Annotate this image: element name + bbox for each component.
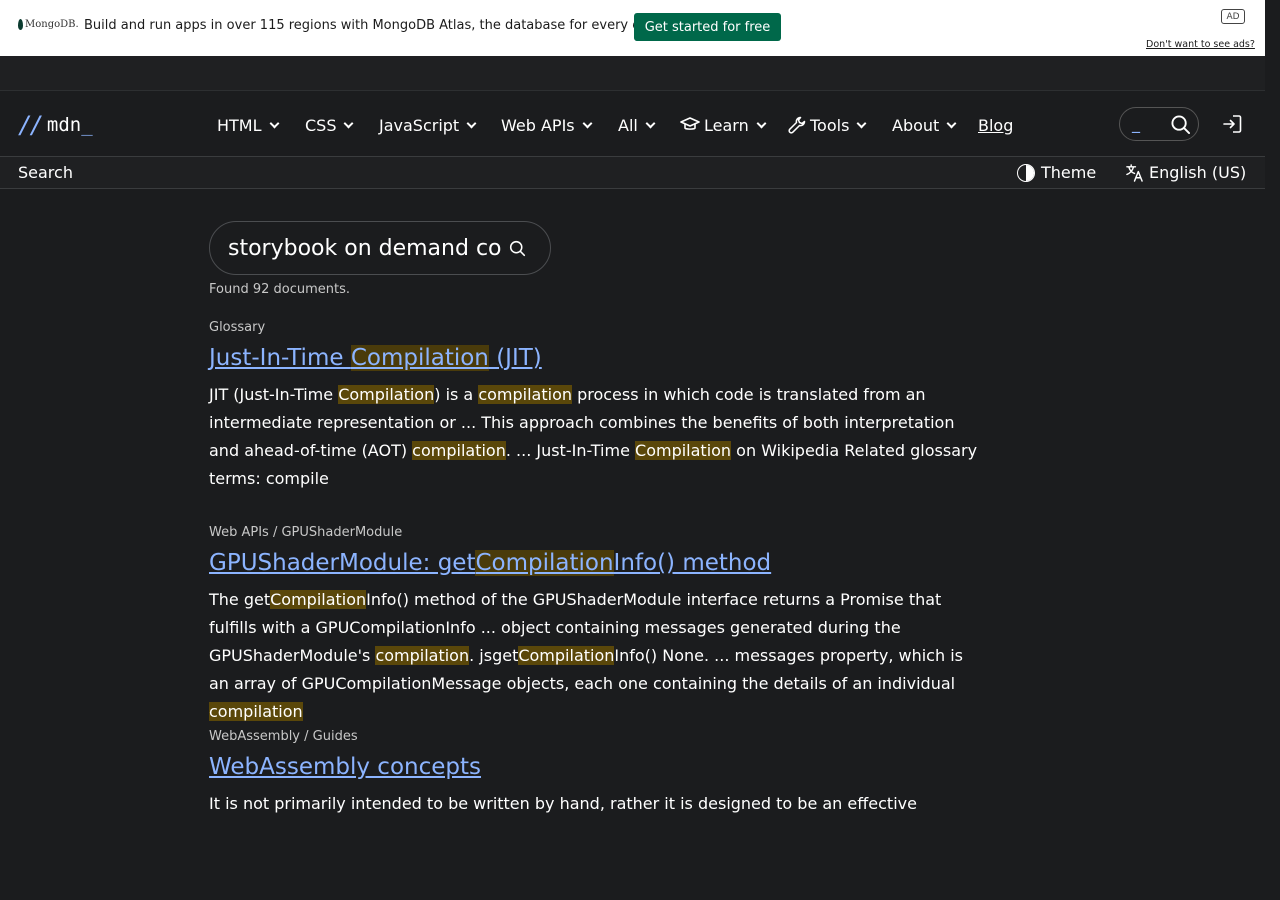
highlighted-term: compilation <box>478 385 572 404</box>
theme-button[interactable]: Theme <box>1017 163 1096 182</box>
result-title-link[interactable]: GPUShaderModule: getCompilationInfo() me… <box>209 550 979 576</box>
result-title-link[interactable]: WebAssembly concepts <box>209 754 979 780</box>
nav-learn[interactable]: Learn <box>680 115 767 135</box>
search-result: WebAssembly / Guides WebAssembly concept… <box>209 729 979 814</box>
language-label: English (US) <box>1149 163 1247 182</box>
chevron-down-icon <box>466 118 477 128</box>
chevron-down-icon <box>856 118 867 128</box>
ad-banner: MongoDB. Build and run apps in over 115 … <box>0 0 1265 56</box>
sub-toolbar: Search Theme English (US) <box>0 157 1265 189</box>
nav-item-label: HTML <box>217 115 262 135</box>
nav-css[interactable]: CSS <box>305 115 354 135</box>
nav-item-label: Tools <box>810 115 850 135</box>
nav-item-label: All <box>618 115 638 135</box>
result-summary: It is not primarily intended to be writt… <box>209 790 979 814</box>
mongodb-logo[interactable]: MongoDB. <box>18 19 79 30</box>
ad-logo-text: MongoDB. <box>25 19 79 30</box>
chevron-down-icon <box>946 118 957 128</box>
ad-text: Build and run apps in over 115 regions w… <box>84 18 704 33</box>
chevron-down-icon <box>269 118 279 128</box>
top-navigation: // mdn_ HTML CSS JavaScript Web APIs All… <box>0 91 1265 157</box>
breadcrumb-search: Search <box>18 163 73 182</box>
nav-about[interactable]: About <box>892 115 957 135</box>
mdn-logo-icon: // <box>18 111 44 139</box>
result-summary: JIT (Just-In-Time Compilation) is a comp… <box>209 385 978 488</box>
chevron-down-icon <box>344 118 354 128</box>
chevron-down-icon <box>756 118 767 128</box>
search-cursor: _ <box>1132 114 1140 133</box>
highlighted-term: Compilation <box>475 550 614 576</box>
nav-tools[interactable]: Tools <box>788 115 867 135</box>
hide-ads-link[interactable]: Don't want to see ads? <box>1146 39 1255 50</box>
wrench-icon <box>788 116 806 134</box>
search-icon[interactable] <box>509 240 526 257</box>
nav-blog[interactable]: Blog <box>978 115 1013 135</box>
nav-all[interactable]: All <box>618 115 656 135</box>
search-icon <box>1171 115 1190 134</box>
ad-badge[interactable]: AD <box>1221 9 1245 24</box>
search-result: Glossary Just-In-Time Compilation (JIT) … <box>209 320 979 493</box>
highlighted-term: Compilation <box>635 441 732 460</box>
login-icon[interactable] <box>1222 115 1242 133</box>
nav-item-label: Learn <box>704 115 749 135</box>
highlighted-term: compilation <box>375 646 470 665</box>
highlighted-term: compilation <box>209 702 303 721</box>
search-result: Web APIs / GPUShaderModule GPUShaderModu… <box>209 525 979 726</box>
chevron-down-icon <box>645 118 656 128</box>
results-count: Found 92 documents. <box>209 282 351 297</box>
result-summary: The getCompilationInfo() method of the G… <box>209 590 963 721</box>
result-breadcrumb: WebAssembly / Guides <box>209 729 358 744</box>
logo-text: mdn <box>46 114 82 136</box>
nav-html[interactable]: HTML <box>217 115 279 135</box>
mdn-logo[interactable]: // mdn_ <box>18 111 93 139</box>
leaf-icon <box>18 19 23 30</box>
highlighted-term: Compilation <box>350 345 489 371</box>
search-input[interactable] <box>228 232 503 264</box>
theme-icon <box>1017 163 1035 182</box>
nav-item-label: JavaScript <box>379 115 460 135</box>
result-title-link[interactable]: Just-In-Time Compilation (JIT) <box>209 345 979 371</box>
nav-item-label: Web APIs <box>501 115 575 135</box>
language-button[interactable]: English (US) <box>1125 163 1246 182</box>
theme-label: Theme <box>1041 163 1097 182</box>
nav-item-label: About <box>892 115 940 135</box>
result-breadcrumb: Glossary <box>209 320 266 335</box>
nav-web-apis[interactable]: Web APIs <box>501 115 593 135</box>
header-search-button[interactable]: _ <box>1119 107 1199 141</box>
ad-cta-button[interactable]: Get started for free <box>634 13 781 41</box>
highlighted-term: Compilation <box>338 385 435 404</box>
nav-javascript[interactable]: JavaScript <box>379 115 477 135</box>
placeholder-strip <box>0 56 1265 91</box>
highlighted-term: Compilation <box>270 590 367 609</box>
result-breadcrumb: Web APIs / GPUShaderModule <box>209 525 403 540</box>
translate-icon <box>1126 164 1143 182</box>
graduation-cap-icon <box>680 117 700 130</box>
highlighted-term: Compilation <box>518 646 615 665</box>
search-box <box>209 221 551 275</box>
chevron-down-icon <box>582 118 593 128</box>
nav-item-label: CSS <box>305 115 337 135</box>
highlighted-term: compilation <box>412 441 506 460</box>
